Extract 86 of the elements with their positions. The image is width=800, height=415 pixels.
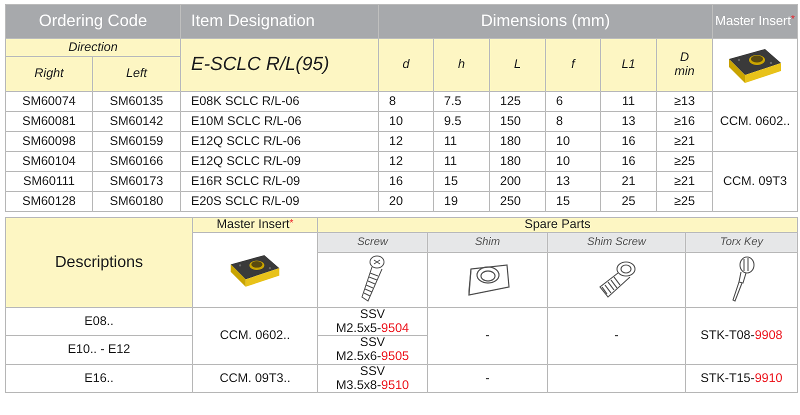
table-cell: SSV M2.5x5-9504 <box>318 307 428 336</box>
header-label: Master Insert* <box>216 218 294 232</box>
table-cell: SM60135 <box>92 92 181 112</box>
header-label: Item Designation <box>180 4 379 38</box>
table-cell: 10 <box>546 152 601 172</box>
table-cell: - <box>428 364 548 393</box>
table-cell: ≥25 <box>656 152 713 172</box>
table-cell: STK-T15-9910 <box>686 364 798 393</box>
table-cell: 16 <box>600 132 657 152</box>
header-label: Ordering Code <box>6 4 181 38</box>
table-cell: 15 <box>546 192 601 212</box>
table-cell: CCM. 0602.. <box>712 92 798 152</box>
table-cell: SM60166 <box>92 152 181 172</box>
table-cell: 13 <box>600 112 657 132</box>
table-cell: SM60111 <box>6 172 92 192</box>
table-cell: 9.5 <box>434 112 490 132</box>
table-cell: SM60142 <box>92 112 181 132</box>
header-label: Spare Parts <box>318 218 798 232</box>
table-cell: SM60173 <box>92 172 181 192</box>
table-cell: SM60159 <box>92 132 181 152</box>
table-cell: SM60098 <box>6 132 92 152</box>
header-label: h <box>434 38 490 92</box>
table-cell: CCM. 0602.. <box>192 307 318 364</box>
table-cell: E12Q SCLC R/L-09 <box>180 152 379 172</box>
column-label: Shim Screw <box>548 232 686 252</box>
table-cell: 180 <box>490 152 546 172</box>
header-label: Master Insert* <box>715 14 795 29</box>
table-cell: SM60180 <box>92 192 181 212</box>
table-cell: - <box>428 307 548 364</box>
table-cell: 20 <box>378 192 434 212</box>
table-cell: SSV M3.5x8-9510 <box>318 364 428 393</box>
header-label: Descriptions <box>6 218 192 308</box>
table-cell: 200 <box>490 172 546 192</box>
table-cell: 8 <box>378 92 434 112</box>
table-cell: E10M SCLC R/L-06 <box>180 112 379 132</box>
column-label: Torx Key <box>686 232 798 252</box>
table-cell: SM60128 <box>6 192 92 212</box>
table-cell: 8 <box>546 112 601 132</box>
column-label: Screw <box>318 232 428 252</box>
table-cell: 11 <box>600 92 657 112</box>
table-cell: ≥13 <box>656 92 713 112</box>
table-cell: SM60081 <box>6 112 92 132</box>
table-cell: CCM. 09T3 <box>712 152 798 212</box>
header-label: f <box>546 38 601 92</box>
table-cell: 19 <box>434 192 490 212</box>
header-label: Left <box>92 56 181 92</box>
table-cell: 13 <box>546 172 601 192</box>
table-cell: 12 <box>378 152 434 172</box>
table-cell: SM60104 <box>6 152 92 172</box>
table-cell: E16R SCLC R/L-09 <box>180 172 379 192</box>
column-label: Shim <box>428 232 548 252</box>
header-label: D min <box>656 38 713 92</box>
header-label: Direction <box>6 38 181 56</box>
table-cell: E16.. <box>6 364 192 393</box>
table-cell: 6 <box>546 92 601 112</box>
header-label: L1 <box>600 38 657 92</box>
table-cell: E08K SCLC R/L-06 <box>180 92 379 112</box>
table-cell: CCM. 09T3.. <box>192 364 318 393</box>
header-label: L <box>490 38 546 92</box>
table-cell: 150 <box>490 112 546 132</box>
table-cell: 125 <box>490 92 546 112</box>
table-cell: 12 <box>378 132 434 152</box>
table-cell: 7.5 <box>434 92 490 112</box>
table-cell: E12Q SCLC R/L-06 <box>180 132 379 152</box>
table-cell: SM60074 <box>6 92 92 112</box>
table-cell: - <box>548 307 686 364</box>
table-cell: 180 <box>490 132 546 152</box>
table-cell: E20S SCLC R/L-09 <box>180 192 379 212</box>
table-cell: 11 <box>434 132 490 152</box>
table-cell: E08.. <box>6 307 192 336</box>
table-cell: 250 <box>490 192 546 212</box>
table-cell: 10 <box>378 112 434 132</box>
table-cell: 21 <box>600 172 657 192</box>
table-cell: SSV M2.5x6-9505 <box>318 336 428 364</box>
table-cell: 10 <box>546 132 601 152</box>
series-label: E-SCLC R/L(95) <box>180 38 379 92</box>
table-cell: 15 <box>434 172 490 192</box>
table-cell: 16 <box>378 172 434 192</box>
table-cell: 16 <box>600 152 657 172</box>
header-label: Dimensions (mm) <box>378 4 713 38</box>
table-cell: E10.. - E12 <box>6 336 192 364</box>
table-cell: 11 <box>434 152 490 172</box>
table-cell: STK-T08-9908 <box>686 307 798 364</box>
header-label: Right <box>6 56 92 92</box>
header-label: d <box>378 38 434 92</box>
table-cell: 25 <box>600 192 657 212</box>
